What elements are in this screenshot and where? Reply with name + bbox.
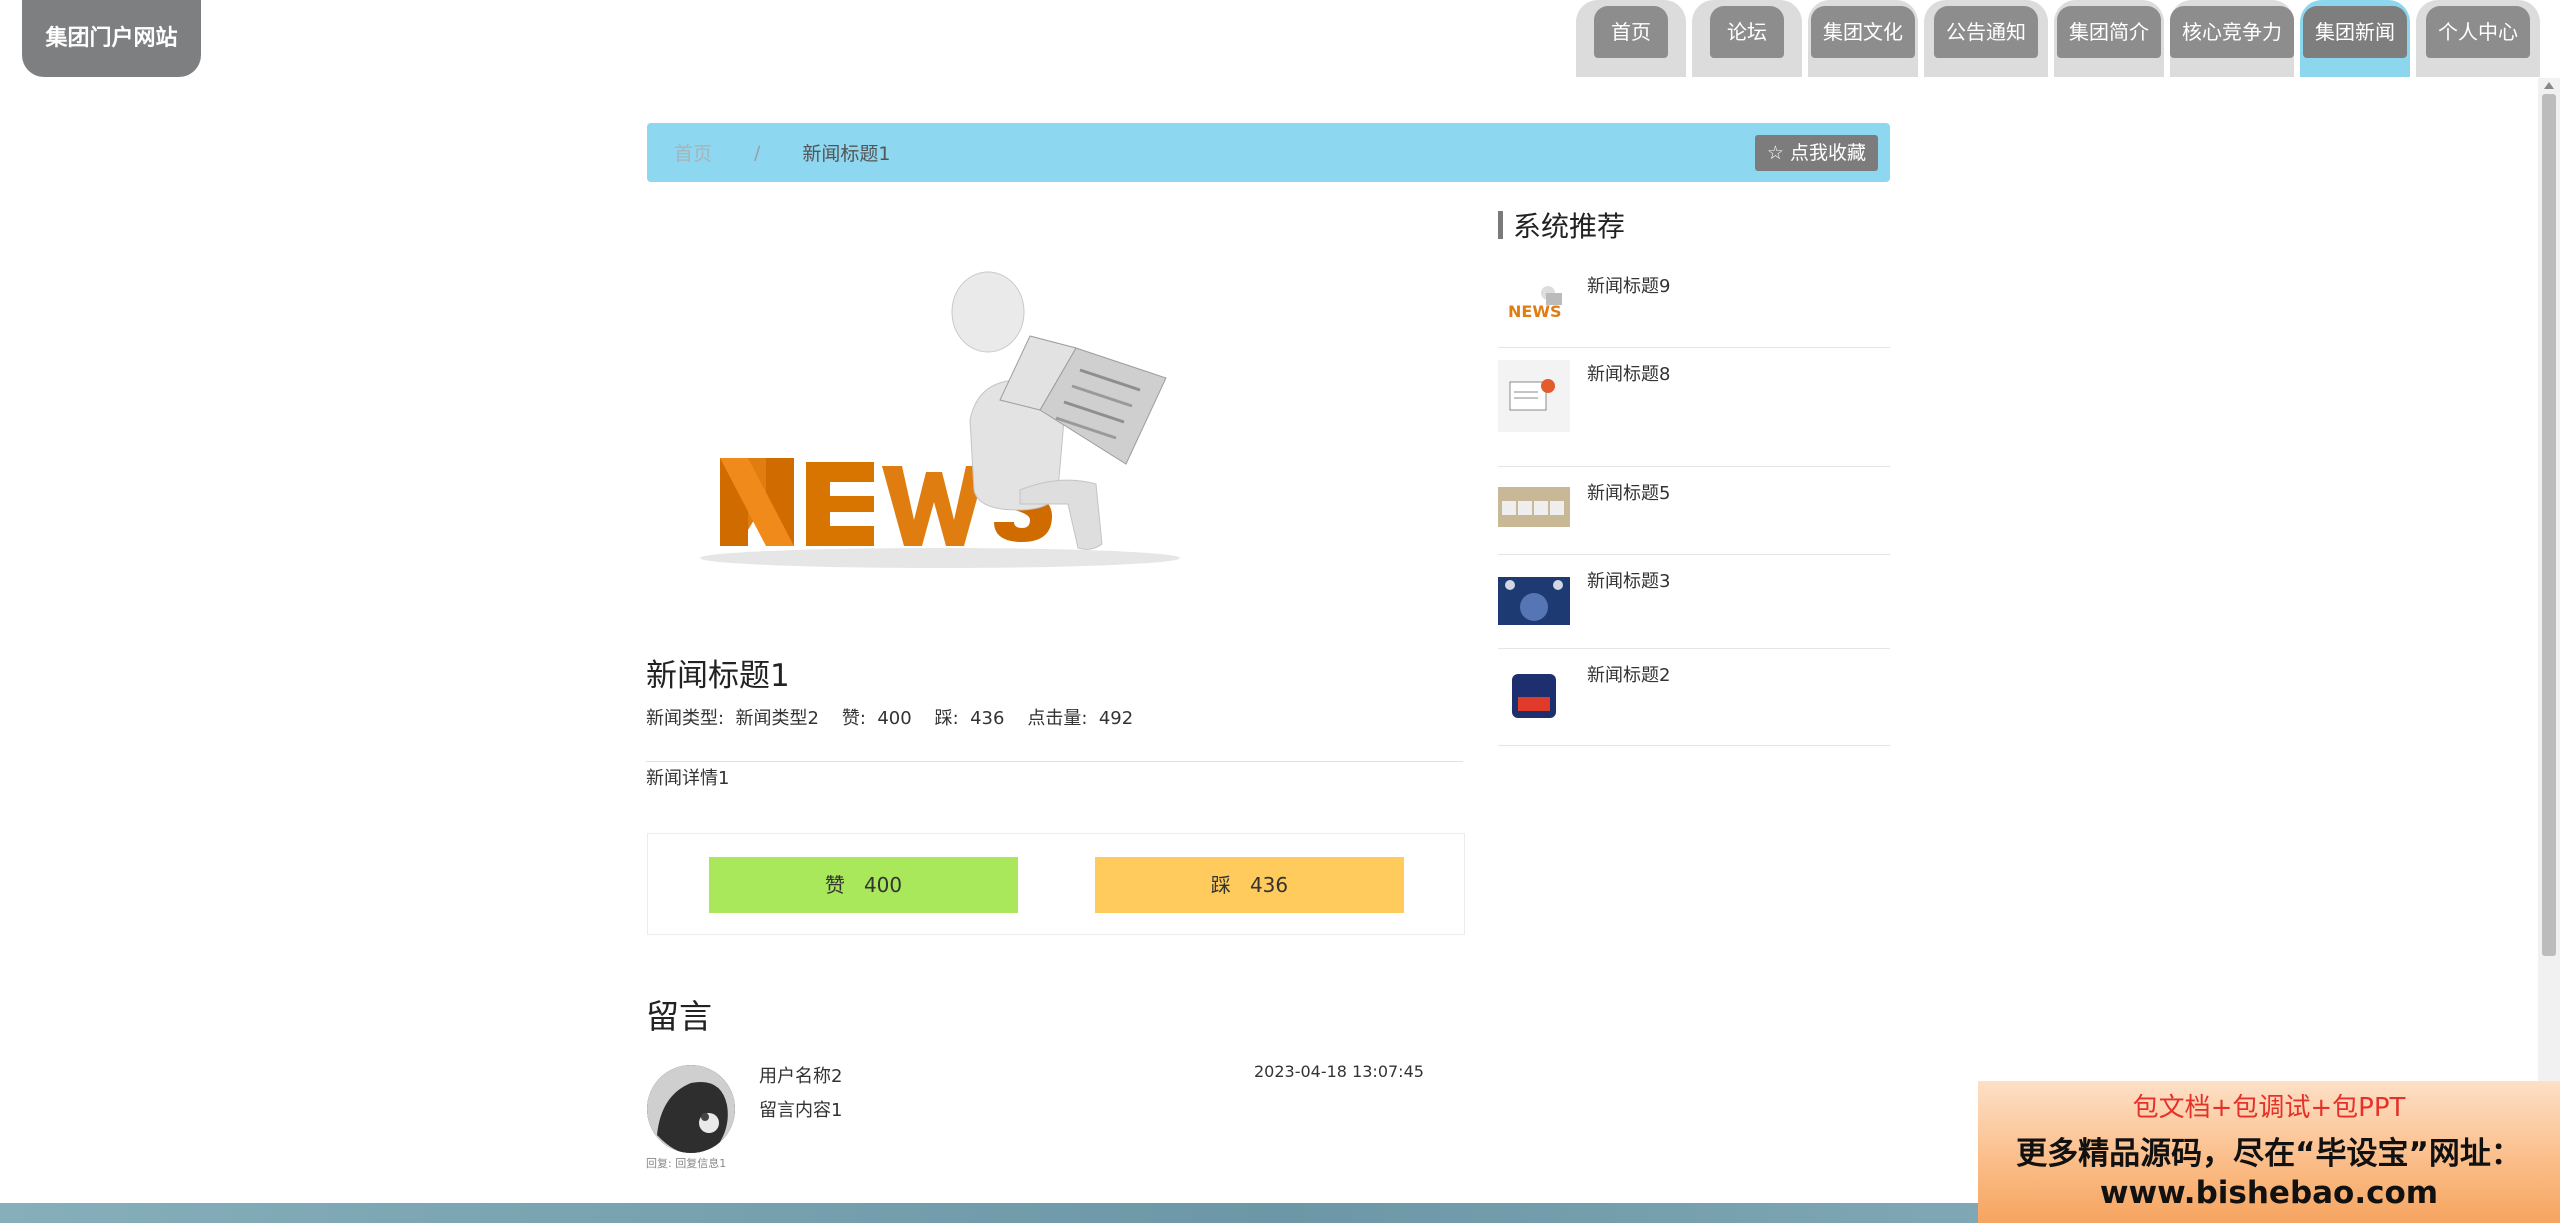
recommend-heading: 系统推荐 bbox=[1498, 205, 1625, 245]
breadcrumb-current: 新闻标题1 bbox=[802, 143, 891, 165]
comment-content: 留言内容1 bbox=[759, 1100, 843, 1121]
recommend-item[interactable]: NEWS 新闻标题9 bbox=[1498, 260, 1890, 348]
breadcrumb-home[interactable]: 首页 bbox=[674, 139, 712, 166]
breadcrumb: 首页 / 新闻标题1 ☆ 点我收藏 bbox=[647, 123, 1890, 182]
article-divider bbox=[646, 761, 1463, 762]
nav-home[interactable]: 首页 bbox=[1576, 0, 1686, 77]
scroll-thumb[interactable] bbox=[2542, 94, 2556, 956]
watermark-line1: 包文档+包调试+包PPT bbox=[2132, 1093, 2406, 1123]
scroll-up-icon[interactable] bbox=[2544, 82, 2554, 89]
nav-news-label: 集团新闻 bbox=[2303, 6, 2407, 58]
nav-competitiveness[interactable]: 核心竞争力 bbox=[2170, 0, 2294, 77]
comment-username: 用户名称2 bbox=[759, 1066, 843, 1087]
recommend-item-label: 新闻标题2 bbox=[1587, 665, 1671, 686]
recommend-thumbnail bbox=[1498, 360, 1570, 432]
nav-notice-label: 公告通知 bbox=[1934, 6, 2038, 58]
comments-heading: 留言 bbox=[646, 997, 712, 1036]
recommend-item-label: 新闻标题9 bbox=[1587, 276, 1671, 297]
stage-lights-thumbnail-icon bbox=[1498, 577, 1570, 625]
nav-forum-label: 论坛 bbox=[1710, 6, 1784, 58]
recommend-item[interactable]: 新闻标题8 bbox=[1498, 348, 1890, 467]
article-meta: 新闻类型: 新闻类型2 赞: 400 踩: 436 点击量: 492 bbox=[646, 708, 1134, 729]
nav-culture-label: 集团文化 bbox=[1811, 6, 1915, 58]
nav-competitiveness-label: 核心竞争力 bbox=[2170, 6, 2294, 58]
recommend-thumbnail bbox=[1498, 672, 1570, 720]
recommend-thumbnail bbox=[1498, 577, 1570, 625]
reply-caption: 回复: 回复信息1 bbox=[646, 1157, 727, 1170]
nav-intro[interactable]: 集团简介 bbox=[2054, 0, 2164, 77]
breadcrumb-separator: / bbox=[754, 141, 761, 164]
nav-culture[interactable]: 集团文化 bbox=[1808, 0, 1918, 77]
recommend-item[interactable]: 新闻标题5 bbox=[1498, 467, 1890, 555]
heading-bar bbox=[1498, 211, 1503, 239]
recommend-thumbnail: NEWS bbox=[1498, 273, 1570, 333]
watermark-banner: 包文档+包调试+包PPT 更多精品源码，尽在“毕设宝”网址： www.bishe… bbox=[1978, 1081, 2560, 1223]
cctv-news-logo-icon bbox=[1498, 672, 1570, 720]
avatar-portrait-icon bbox=[647, 1065, 735, 1153]
main-nav: 首页 论坛 集团文化 公告通知 集团简介 核心竞争力 集团新闻 个人中心 bbox=[1576, 0, 2540, 77]
watermark-line2: 更多精品源码，尽在“毕设宝”网址： bbox=[2016, 1136, 2522, 1172]
recommend-item[interactable]: 新闻标题3 bbox=[1498, 555, 1890, 649]
recommend-item-label: 新闻标题8 bbox=[1587, 364, 1671, 385]
newspaper-thumbnail-icon bbox=[1498, 360, 1570, 432]
recommend-item-label: 新闻标题5 bbox=[1587, 483, 1671, 504]
nav-personal-center[interactable]: 个人中心 bbox=[2416, 0, 2540, 77]
nav-forum[interactable]: 论坛 bbox=[1692, 0, 1802, 77]
watermark-line3: www.bishebao.com bbox=[2099, 1175, 2439, 1211]
recommend-item-label: 新闻标题3 bbox=[1587, 571, 1671, 592]
page-scrollbar[interactable] bbox=[2538, 78, 2560, 1200]
article-title: 新闻标题1 bbox=[646, 658, 790, 694]
article-detail: 新闻详情1 bbox=[646, 768, 730, 789]
site-logo[interactable]: 集团门户网站 bbox=[22, 0, 201, 77]
news-reader-illustration bbox=[700, 271, 1180, 568]
recommend-item[interactable]: 新闻标题2 bbox=[1498, 649, 1890, 746]
favorite-button[interactable]: ☆ 点我收藏 bbox=[1754, 135, 1878, 171]
news-tiles-thumbnail-icon bbox=[1498, 487, 1570, 527]
comment-timestamp: 2023-04-18 13:07:45 bbox=[1254, 1062, 1424, 1081]
like-button[interactable]: 赞 400 bbox=[709, 857, 1018, 913]
nav-intro-label: 集团简介 bbox=[2057, 6, 2161, 58]
nav-notice[interactable]: 公告通知 bbox=[1924, 0, 2048, 77]
recommend-heading-label: 系统推荐 bbox=[1513, 210, 1626, 243]
reading-figure bbox=[951, 271, 1167, 550]
recommend-list: NEWS 新闻标题9 新闻标题8 新闻标题5 新闻标题3 新闻标题2 bbox=[1498, 260, 1890, 746]
recommend-thumbnail bbox=[1498, 487, 1570, 527]
nav-news[interactable]: 集团新闻 bbox=[2300, 0, 2410, 77]
vote-panel: 赞 400 踩 436 bbox=[647, 833, 1465, 935]
dislike-button[interactable]: 踩 436 bbox=[1095, 857, 1404, 913]
nav-personal-center-label: 个人中心 bbox=[2426, 6, 2530, 58]
news-reader-thumbnail-icon: NEWS bbox=[1498, 273, 1570, 333]
avatar bbox=[647, 1065, 735, 1153]
nav-home-label: 首页 bbox=[1594, 6, 1668, 58]
